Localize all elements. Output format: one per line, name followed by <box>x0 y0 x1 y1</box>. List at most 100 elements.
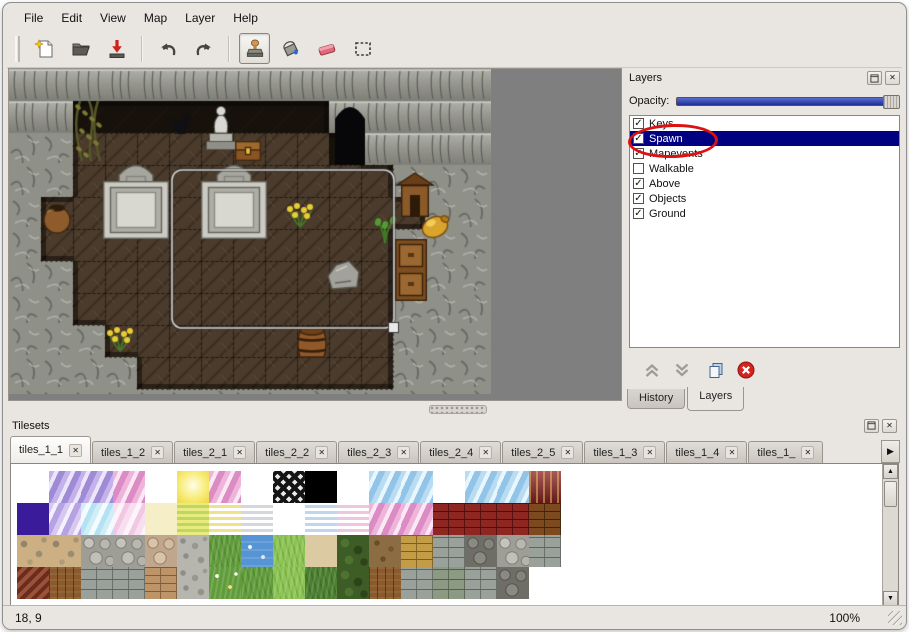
tab-close-icon[interactable]: ✕ <box>801 446 814 459</box>
tileset-tile-pinkPale[interactable] <box>113 503 145 535</box>
tab-close-icon[interactable]: ✕ <box>151 446 164 459</box>
layer-checkbox-keys[interactable]: ✓ <box>633 118 644 129</box>
tileset-tab-tiles_2_3[interactable]: tiles_2_3✕ <box>338 441 419 463</box>
map-canvas[interactable] <box>9 69 491 394</box>
tab-close-icon[interactable]: ✕ <box>69 444 82 457</box>
tileset-scrollbar[interactable]: ▲ ▼ <box>882 464 898 606</box>
open-map-button[interactable] <box>65 33 96 64</box>
tab-close-icon[interactable]: ✕ <box>725 446 738 459</box>
tileset-tile-stripeG[interactable] <box>241 503 273 535</box>
tileset-tile-brickYellow[interactable] <box>401 535 433 567</box>
scroll-down-button[interactable]: ▼ <box>883 591 898 606</box>
tileset-tile-stoneBrick[interactable] <box>81 567 113 599</box>
tileset-tile-checker[interactable] <box>273 471 305 503</box>
tileset-tile-plank[interactable] <box>49 567 81 599</box>
horizontal-splitter[interactable] <box>3 401 906 417</box>
tileset-tile-cobble[interactable] <box>113 535 145 567</box>
tileset-tile-grassLight[interactable] <box>273 535 305 567</box>
tileset-tile-blank[interactable] <box>17 471 49 503</box>
menu-file[interactable]: File <box>15 7 52 29</box>
tileset-tile-blank[interactable] <box>529 567 561 599</box>
tab-close-icon[interactable]: ✕ <box>561 446 574 459</box>
tileset-tile-brickBrown[interactable] <box>529 503 561 535</box>
layer-row-above[interactable]: ✓Above <box>630 176 899 191</box>
tileset-tile-stoneBrick[interactable] <box>401 567 433 599</box>
layer-row-walkable[interactable]: Walkable <box>630 161 899 176</box>
tileset-tile-blank[interactable] <box>433 471 465 503</box>
opacity-slider-handle[interactable] <box>883 95 900 109</box>
tileset-tile-waterA[interactable] <box>369 471 401 503</box>
tileset-tile-stoneBrick[interactable] <box>465 567 497 599</box>
tileset-tab-tiles_1_2[interactable]: tiles_1_2✕ <box>92 441 173 463</box>
tileset-tile-indigo[interactable] <box>17 503 49 535</box>
tileset-tile-brickTan[interactable] <box>145 567 177 599</box>
save-map-button[interactable] <box>101 33 132 64</box>
tileset-tile-waterA[interactable] <box>465 471 497 503</box>
menu-edit[interactable]: Edit <box>52 7 91 29</box>
stamp-tool-button[interactable] <box>239 33 270 64</box>
scroll-up-button[interactable]: ▲ <box>883 464 898 479</box>
tileset-tile-cobbleDark[interactable] <box>465 535 497 567</box>
tileset-tile-cobble[interactable] <box>497 535 529 567</box>
layer-checkbox-spawn[interactable]: ✓ <box>633 133 644 144</box>
tab-close-icon[interactable]: ✕ <box>397 446 410 459</box>
layer-row-keys[interactable]: ✓Keys <box>630 116 899 131</box>
float-panel-button[interactable] <box>864 419 879 433</box>
tileset-tile-bushDark[interactable] <box>337 535 369 567</box>
tileset-tile-waterP[interactable] <box>369 503 401 535</box>
tileset-tile-pebble[interactable] <box>177 567 209 599</box>
tileset-tile-waterV[interactable] <box>49 471 81 503</box>
undo-button[interactable] <box>152 33 183 64</box>
tileset-tile-brickRed[interactable] <box>465 503 497 535</box>
layer-checkbox-above[interactable]: ✓ <box>633 178 644 189</box>
tileset-tile-pillarRed[interactable] <box>529 471 561 503</box>
tileset-tab-tiles_1_[interactable]: tiles_1_✕ <box>748 441 823 463</box>
tileset-tile-cobbleTan[interactable] <box>145 535 177 567</box>
menu-map[interactable]: Map <box>135 7 176 29</box>
tab-close-icon[interactable]: ✕ <box>233 446 246 459</box>
layer-row-objects[interactable]: ✓Objects <box>630 191 899 206</box>
toolbar-drag-handle[interactable] <box>15 36 20 62</box>
splitter-handle[interactable] <box>429 405 487 414</box>
tab-close-icon[interactable]: ✕ <box>643 446 656 459</box>
tileset-tile-stripeB[interactable] <box>305 503 337 535</box>
new-map-button[interactable] <box>29 33 60 64</box>
tileset-tile-waterA[interactable] <box>401 471 433 503</box>
tileset-tile-stripeYG[interactable] <box>177 503 209 535</box>
tileset-tile-waterSpark[interactable] <box>241 535 273 567</box>
tab-scroll-right-button[interactable]: ▶ <box>881 440 900 463</box>
close-panel-button[interactable]: ✕ <box>882 419 897 433</box>
tab-close-icon[interactable]: ✕ <box>315 446 328 459</box>
tileset-tile-waterP[interactable] <box>113 471 145 503</box>
tileset-tile-blank[interactable] <box>273 503 305 535</box>
tileset-tile-grassTex[interactable] <box>209 535 241 567</box>
tileset-tile-stoneBrick[interactable] <box>113 567 145 599</box>
scrollbar-thumb[interactable] <box>884 481 897 507</box>
tab-close-icon[interactable]: ✕ <box>479 446 492 459</box>
tileset-tile-blank[interactable] <box>337 471 369 503</box>
tileset-tile-waterV[interactable] <box>81 471 113 503</box>
tileset-tile-waterP[interactable] <box>401 503 433 535</box>
tileset-tile-grassDark[interactable] <box>305 567 337 599</box>
tileset-tile-stripeP[interactable] <box>337 503 369 535</box>
fill-tool-button[interactable] <box>275 33 306 64</box>
tileset-tab-tiles_1_4[interactable]: tiles_1_4✕ <box>666 441 747 463</box>
tileset-tile-dirt[interactable] <box>49 535 81 567</box>
tileset-tile-black[interactable] <box>305 471 337 503</box>
resize-grip[interactable] <box>888 611 902 625</box>
lower-layer-button[interactable] <box>669 358 695 382</box>
tileset-tile-cream[interactable] <box>145 503 177 535</box>
duplicate-layer-button[interactable] <box>703 358 729 382</box>
tileset-tile-grassTex[interactable] <box>241 567 273 599</box>
redo-button[interactable] <box>188 33 219 64</box>
tileset-tile-brickRed[interactable] <box>497 503 529 535</box>
tileset-tile-cyanLight[interactable] <box>81 503 113 535</box>
menu-view[interactable]: View <box>91 7 135 29</box>
tileset-tile-cobble[interactable] <box>81 535 113 567</box>
tileset-tab-tiles_2_1[interactable]: tiles_2_1✕ <box>174 441 255 463</box>
tileset-tile-pebble[interactable] <box>177 535 209 567</box>
tileset-tile-waterV2[interactable] <box>49 503 81 535</box>
tileset-tile-roofZig[interactable] <box>17 567 49 599</box>
tileset-tile-dirt[interactable] <box>17 535 49 567</box>
tileset-tile-sand[interactable] <box>305 535 337 567</box>
